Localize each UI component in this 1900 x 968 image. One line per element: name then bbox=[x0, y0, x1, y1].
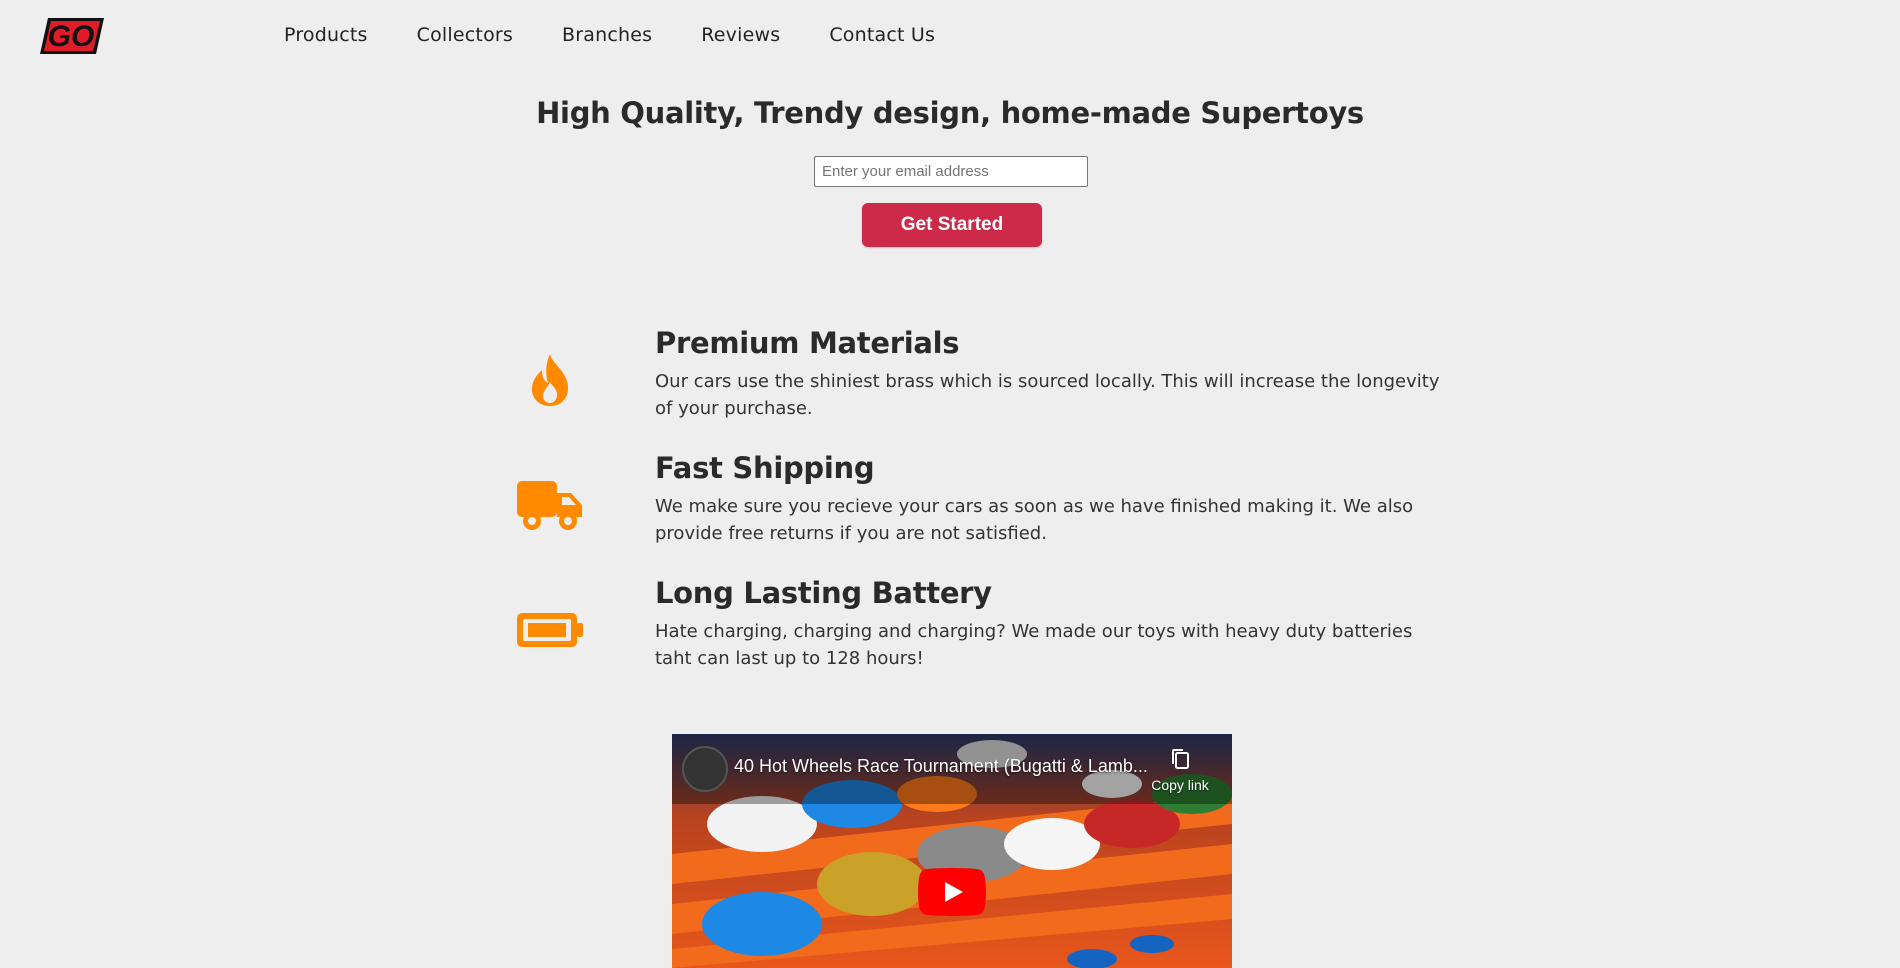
feature-text: We make sure you recieve your cars as so… bbox=[655, 496, 1414, 544]
feature-text: Our cars use the shiniest brass which is… bbox=[655, 371, 1440, 419]
copy-link-label: Copy link bbox=[1151, 777, 1209, 793]
main-nav: Products Collectors Branches Reviews Con… bbox=[284, 24, 984, 46]
video-title[interactable]: 40 Hot Wheels Race Tournament (Bugatti &… bbox=[734, 756, 1148, 777]
fire-icon bbox=[500, 330, 600, 430]
play-icon[interactable] bbox=[918, 868, 986, 916]
copy-link-button[interactable]: Copy link bbox=[1150, 748, 1210, 793]
feature-title: Long Lasting Battery bbox=[655, 576, 992, 610]
hero-title: High Quality, Trendy design, home-made S… bbox=[536, 96, 1364, 130]
nav-item-reviews[interactable]: Reviews bbox=[701, 24, 780, 46]
logo-text: GO bbox=[48, 20, 95, 53]
battery-icon bbox=[500, 580, 600, 680]
nav-item-contact-us[interactable]: Contact Us bbox=[829, 24, 935, 46]
nav-item-products[interactable]: Products bbox=[284, 24, 368, 46]
video-embed[interactable]: 40 Hot Wheels Race Tournament (Bugatti &… bbox=[672, 734, 1232, 968]
copy-icon bbox=[1172, 749, 1189, 769]
truck-icon bbox=[500, 455, 600, 555]
feature-fast-shipping: Fast Shipping We make sure you recieve y… bbox=[500, 451, 1440, 555]
brand-logo[interactable]: GO bbox=[38, 14, 106, 58]
email-input[interactable] bbox=[814, 156, 1088, 187]
nav-item-collectors[interactable]: Collectors bbox=[417, 24, 513, 46]
feature-title: Premium Materials bbox=[655, 326, 960, 360]
page: GO Products Collectors Branches Reviews … bbox=[0, 0, 1900, 968]
feature-premium-materials: Premium Materials Our cars use the shini… bbox=[500, 326, 1440, 430]
feature-title: Fast Shipping bbox=[655, 451, 875, 485]
feature-text: Hate charging, charging and charging? We… bbox=[655, 621, 1413, 669]
get-started-button[interactable]: Get Started bbox=[862, 203, 1042, 247]
channel-avatar[interactable] bbox=[682, 746, 728, 792]
feature-long-lasting-battery: Long Lasting Battery Hate charging, char… bbox=[500, 576, 1440, 680]
nav-item-branches[interactable]: Branches bbox=[562, 24, 652, 46]
